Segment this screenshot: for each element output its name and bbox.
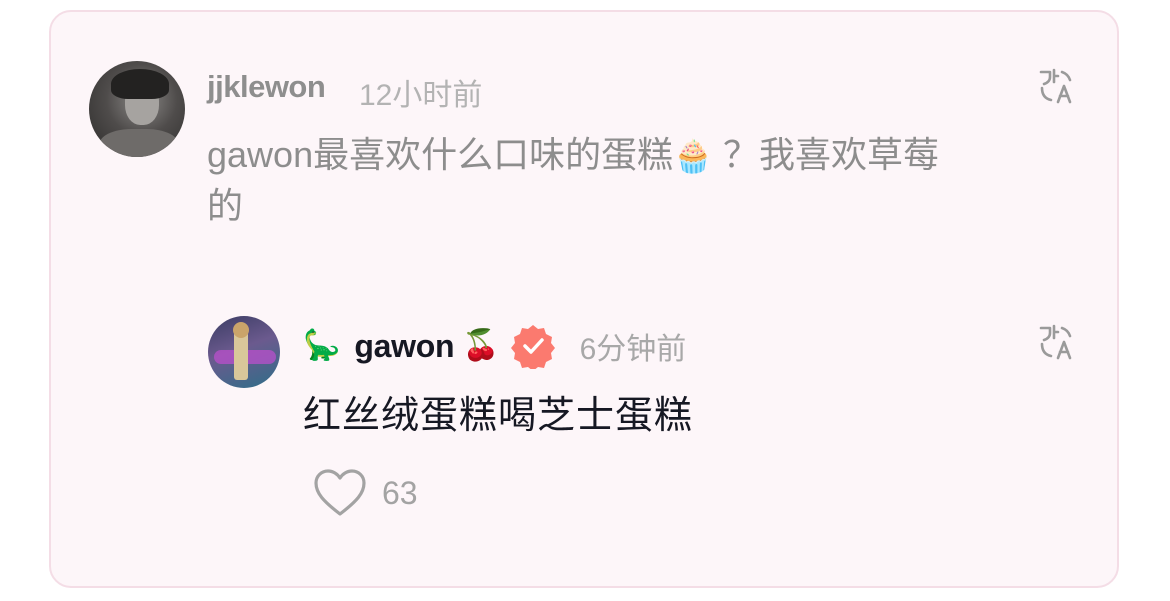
comment-card: jjklewon 12小时前 gawon最喜欢什么口味的蛋糕🧁 ？我喜欢草莓的 …	[49, 10, 1119, 588]
like-count: 63	[382, 475, 418, 511]
cupcake-emoji: 🧁	[673, 138, 713, 174]
avatar-shirt	[99, 129, 179, 157]
translate-icon[interactable]	[1038, 322, 1078, 362]
heart-outline-icon[interactable]	[313, 468, 367, 518]
reply-timestamp: 6分钟前	[579, 333, 687, 366]
translate-icon[interactable]	[1038, 66, 1078, 106]
reply-header: 🦕 gawon 🍒 6分钟前	[303, 324, 687, 369]
replier-avatar[interactable]	[208, 316, 280, 388]
avatar-figure-head	[233, 322, 249, 338]
cherry-emoji: 🍒	[462, 329, 500, 362]
verified-badge-icon	[510, 325, 555, 369]
avatar-hair	[111, 69, 169, 99]
comment-text-part1: gawon最喜欢什么口味的蛋糕	[207, 134, 674, 175]
replier-username[interactable]: gawon	[354, 328, 454, 365]
commenter-avatar[interactable]	[89, 61, 185, 157]
dinosaur-emoji: 🦕	[303, 329, 341, 362]
reply-text: 红丝绒蛋糕喝芝士蛋糕	[303, 395, 694, 437]
commenter-username[interactable]: jjklewon	[207, 69, 326, 105]
comment-text: gawon最喜欢什么口味的蛋糕🧁 ？我喜欢草莓的	[207, 130, 967, 231]
comment-timestamp: 12小时前	[359, 79, 483, 112]
